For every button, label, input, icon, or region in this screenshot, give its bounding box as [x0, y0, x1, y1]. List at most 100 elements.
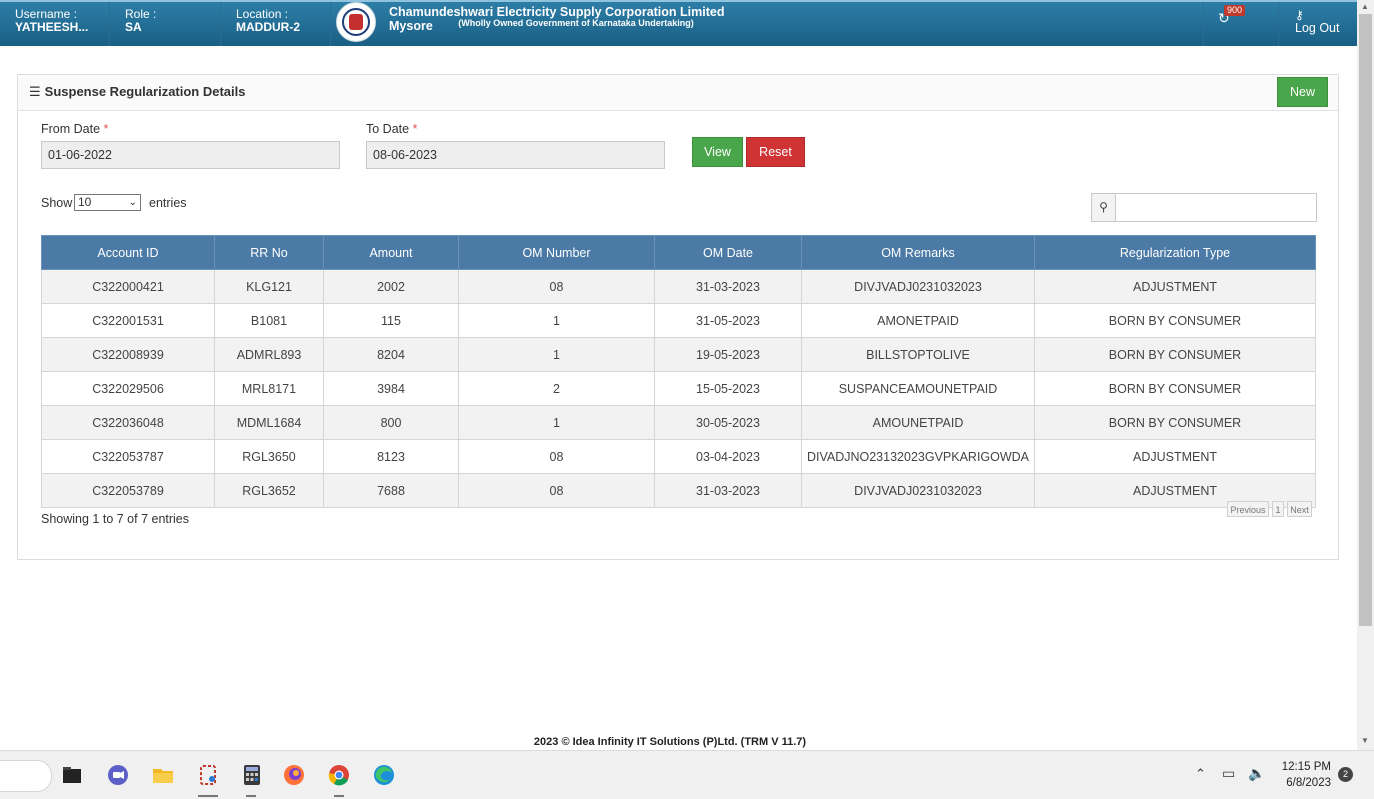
new-button[interactable]: New	[1277, 77, 1328, 107]
cell-amount: 7688	[323, 473, 459, 508]
cell-amount: 8123	[323, 439, 459, 474]
role-cell: Role : SA	[110, 2, 221, 46]
scrollbar-thumb[interactable]	[1359, 14, 1372, 626]
column-header[interactable]: Regularization Type	[1034, 235, 1316, 270]
table-row: C322036048 MDML1684 800 1 30-05-2023 AMO…	[41, 405, 1316, 440]
cell-om-remarks: BILLSTOPTOLIVE	[801, 337, 1035, 372]
cell-om-remarks: DIVJVADJ0231032023	[801, 473, 1035, 508]
suspense-panel: ☰ Suspense Regularization Details New Fro…	[17, 74, 1339, 560]
view-button[interactable]: View	[692, 137, 743, 167]
volume-icon[interactable]: 🔈	[1248, 765, 1265, 782]
cell-account-id: C322029506	[41, 371, 215, 406]
pagination-summary: Showing 1 to 7 of 7 entries	[41, 512, 190, 526]
from-date-input[interactable]: 01-06-2022	[41, 141, 340, 169]
file-explorer-icon[interactable]	[60, 763, 84, 787]
cell-regularization-type: BORN BY CONSUMER	[1034, 371, 1316, 406]
table-row: C322001531 B1081 115 1 31-05-2023 AMONET…	[41, 303, 1316, 338]
firefox-icon[interactable]	[282, 763, 306, 787]
hamburger-icon: ☰	[29, 84, 41, 99]
username-cell: Username : YATHEESH...	[0, 2, 110, 46]
column-header[interactable]: Amount	[323, 235, 459, 270]
role-value: SA	[125, 20, 142, 34]
snipping-tool-icon[interactable]	[196, 763, 220, 787]
cell-regularization-type: ADJUSTMENT	[1034, 439, 1316, 474]
cell-amount: 8204	[323, 337, 459, 372]
cell-om-remarks: DIVJVADJ0231032023	[801, 269, 1035, 304]
page-1-button[interactable]: 1	[1272, 501, 1284, 517]
zoom-icon[interactable]	[106, 763, 130, 787]
panel-title: ☰ Suspense Regularization Details	[29, 84, 246, 100]
panel-title-text: Suspense Regularization Details	[44, 84, 246, 99]
cell-om-number: 1	[458, 303, 655, 338]
panel-header: ☰ Suspense Regularization Details New	[18, 75, 1338, 111]
cell-amount: 800	[323, 405, 459, 440]
table-row: C322053787 RGL3650 8123 08 03-04-2023 DI…	[41, 439, 1316, 474]
cell-account-id: C322036048	[41, 405, 215, 440]
vertical-scrollbar[interactable]: ▲ ▼	[1357, 0, 1374, 750]
notifications-button[interactable]: ↻ 900	[1203, 2, 1279, 46]
scroll-down-icon[interactable]: ▼	[1361, 736, 1369, 745]
chevron-up-icon[interactable]: ⌃	[1195, 766, 1206, 782]
cell-om-remarks: AMONETPAID	[801, 303, 1035, 338]
previous-page-button[interactable]: Previous	[1227, 501, 1269, 517]
cell-om-date: 31-03-2023	[654, 269, 802, 304]
column-header[interactable]: OM Date	[654, 235, 802, 270]
cell-rr-no: RGL3652	[214, 473, 324, 508]
folder-icon[interactable]	[151, 763, 175, 787]
cell-regularization-type: BORN BY CONSUMER	[1034, 337, 1316, 372]
search-icon: ⚲	[1092, 194, 1116, 221]
taskbar-search-box[interactable]	[0, 760, 52, 792]
entries-label: entries	[149, 196, 187, 210]
table-header-row: Account ID RR No Amount OM Number OM Dat…	[41, 235, 1316, 270]
cell-account-id: C322008939	[41, 337, 215, 372]
cell-rr-no: ADMRL893	[214, 337, 324, 372]
cell-amount: 2002	[323, 269, 459, 304]
show-label: Show	[41, 196, 73, 210]
clock-time: 12:15 PM	[1281, 761, 1331, 773]
cell-om-number: 1	[458, 337, 655, 372]
cell-om-date: 31-05-2023	[654, 303, 802, 338]
cell-om-date: 30-05-2023	[654, 405, 802, 440]
top-navbar: Username : YATHEESH... Role : SA Locatio…	[0, 0, 1357, 46]
column-header[interactable]: OM Number	[458, 235, 655, 270]
from-date-label-text: From Date	[41, 122, 101, 136]
notification-center-badge[interactable]: 2	[1338, 767, 1353, 782]
cell-rr-no: MRL8171	[214, 371, 324, 406]
to-date-label: To Date *	[366, 122, 417, 136]
to-date-label-text: To Date	[366, 122, 410, 136]
chrome-icon[interactable]	[327, 763, 351, 787]
cell-om-remarks: AMOUNETPAID	[801, 405, 1035, 440]
cell-om-number: 1	[458, 405, 655, 440]
cell-om-date: 31-03-2023	[654, 473, 802, 508]
cell-account-id: C322053787	[41, 439, 215, 474]
org-logo	[336, 2, 376, 42]
table-row: C322053789 RGL3652 7688 08 31-03-2023 DI…	[41, 473, 1316, 508]
logout-button[interactable]: ⚷ Log Out	[1279, 2, 1357, 46]
page-footer: 2023 © Idea Infinity IT Solutions (P)Ltd…	[533, 736, 807, 748]
cell-amount: 115	[323, 303, 459, 338]
to-date-input[interactable]: 08-06-2023	[366, 141, 665, 169]
cell-account-id: C322001531	[41, 303, 215, 338]
cell-amount: 3984	[323, 371, 459, 406]
cell-account-id: C322053789	[41, 473, 215, 508]
network-icon[interactable]: ▭	[1222, 765, 1235, 782]
reset-button[interactable]: Reset	[746, 137, 805, 167]
cell-om-number: 08	[458, 269, 655, 304]
page-size-select[interactable]: 10 ⌄	[74, 194, 141, 211]
running-app-indicator	[246, 795, 256, 797]
table-search-field[interactable]: ⚲	[1091, 193, 1317, 222]
calculator-icon[interactable]	[240, 763, 264, 787]
column-header[interactable]: RR No	[214, 235, 324, 270]
notification-badge: 900	[1224, 5, 1246, 16]
table-row: C322029506 MRL8171 3984 2 15-05-2023 SUS…	[41, 371, 1316, 406]
taskbar-clock[interactable]: 12:15 PM 6/8/2023	[1278, 759, 1331, 791]
next-page-button[interactable]: Next	[1287, 501, 1312, 517]
cell-om-remarks: DIVADJNO23132023GVPKARIGOWDA	[801, 439, 1035, 474]
edge-icon[interactable]	[372, 763, 396, 787]
from-date-label: From Date *	[41, 122, 108, 136]
column-header[interactable]: Account ID	[41, 235, 215, 270]
table-row: C322000421 KLG121 2002 08 31-03-2023 DIV…	[41, 269, 1316, 304]
scroll-up-icon[interactable]: ▲	[1361, 2, 1369, 11]
clock-date: 6/8/2023	[1286, 777, 1331, 789]
column-header[interactable]: OM Remarks	[801, 235, 1035, 270]
